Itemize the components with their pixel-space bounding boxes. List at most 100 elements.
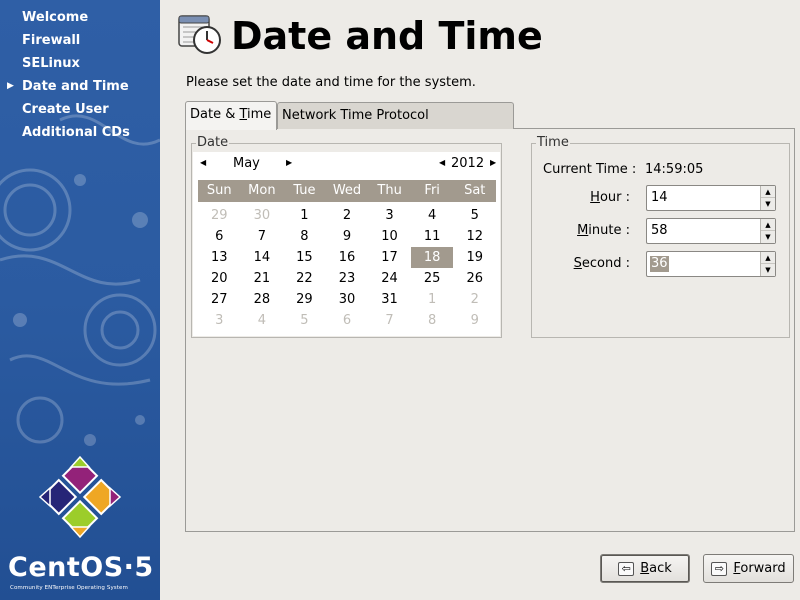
prev-year-icon[interactable]: ◀: [439, 158, 445, 167]
calendar-day[interactable]: 9: [326, 226, 369, 247]
calendar-day[interactable]: 4: [411, 205, 454, 226]
weekday-label: Wed: [332, 183, 362, 198]
calendar-day[interactable]: 14: [241, 247, 284, 268]
calendar-day[interactable]: 7: [241, 226, 284, 247]
tab-label: Network Time Protocol: [282, 108, 429, 123]
minute-spinner[interactable]: 58 ▲ ▼: [646, 218, 776, 244]
forward-label-text: orward: [740, 561, 786, 576]
calendar-day[interactable]: 31: [368, 289, 411, 310]
calendar-day[interactable]: 30: [241, 205, 284, 226]
sidebar-step-label: SELinux: [22, 56, 80, 71]
calendar-day[interactable]: 19: [453, 247, 496, 268]
second-up-icon[interactable]: ▲: [761, 252, 775, 264]
calendar-day[interactable]: 8: [411, 310, 454, 331]
second-label-text: econd :: [581, 256, 630, 271]
tab-network-time-protocol[interactable]: Network Time Protocol: [277, 102, 514, 129]
calendar-day[interactable]: 29: [283, 289, 326, 310]
tab-date-time[interactable]: Date & Time: [185, 101, 277, 130]
calendar-month: May: [233, 156, 260, 171]
calendar-day[interactable]: 13: [198, 247, 241, 268]
calendar-day-selected[interactable]: 18: [410, 247, 454, 268]
second-down-icon[interactable]: ▼: [761, 264, 775, 276]
sidebar-step-label: Create User: [22, 102, 109, 117]
calendar-day[interactable]: 22: [283, 268, 326, 289]
forward-button-label: Forward: [733, 561, 785, 576]
calendar-day[interactable]: 29: [198, 205, 241, 226]
second-spinner[interactable]: 36 ▲ ▼: [646, 251, 776, 277]
hour-value[interactable]: 14: [651, 190, 668, 206]
calendar-day[interactable]: 20: [198, 268, 241, 289]
calendar-day[interactable]: 2: [453, 289, 496, 310]
sidebar-step-label: Additional CDs: [22, 125, 130, 140]
sidebar-step-label: Welcome: [22, 10, 89, 25]
weekday-label: Fri: [424, 183, 440, 198]
calendar-day[interactable]: 6: [198, 226, 241, 247]
weekday-label: Sun: [206, 183, 232, 198]
calendar-day[interactable]: 26: [453, 268, 496, 289]
weekday-label: Thu: [377, 183, 402, 198]
minute-down-icon[interactable]: ▼: [761, 231, 775, 243]
hour-spin-buttons: ▲ ▼: [760, 186, 775, 210]
calendar-day[interactable]: 5: [283, 310, 326, 331]
hour-label-text: our :: [599, 190, 630, 205]
weekday-label: Tue: [293, 183, 316, 198]
calendar-day[interactable]: 30: [326, 289, 369, 310]
sidebar: Welcome Firewall SELinux ▶ Date and Time Crea…: [0, 0, 160, 600]
logo-wordmark: CentOS·5: [8, 552, 154, 583]
hour-label: Hour :: [590, 190, 630, 205]
calendar-day[interactable]: 7: [368, 310, 411, 331]
calendar-day[interactable]: 15: [283, 247, 326, 268]
calendar-day[interactable]: 16: [326, 247, 369, 268]
sidebar-step: ▶ Date and Time: [0, 75, 160, 98]
calendar-day[interactable]: 2: [326, 205, 369, 226]
logo-tagline: Community ENTerprise Operating System: [10, 585, 128, 591]
prev-month-icon[interactable]: ◀: [200, 158, 206, 167]
second-mnemonic: S: [573, 256, 582, 271]
calendar-day[interactable]: 3: [198, 310, 241, 331]
hour-mnemonic: H: [590, 190, 600, 205]
calendar-day[interactable]: 1: [411, 289, 454, 310]
next-year-icon[interactable]: ▶: [490, 158, 496, 167]
calendar-day[interactable]: 17: [368, 247, 411, 268]
second-value[interactable]: 36: [650, 256, 669, 272]
tab-label: Date &: [190, 107, 240, 122]
minute-spin-buttons: ▲ ▼: [760, 219, 775, 243]
calendar-clock-icon: [178, 15, 221, 54]
calendar-day[interactable]: 9: [453, 310, 496, 331]
calendar-day[interactable]: 24: [368, 268, 411, 289]
forward-button[interactable]: ⇨ Forward: [703, 554, 794, 583]
minute-label-text: inute :: [588, 223, 630, 238]
sidebar-step: Firewall: [0, 29, 160, 52]
calendar-day[interactable]: 25: [411, 268, 454, 289]
calendar-day[interactable]: 3: [368, 205, 411, 226]
calendar-day[interactable]: 12: [453, 226, 496, 247]
calendar-day[interactable]: 21: [241, 268, 284, 289]
minute-value[interactable]: 58: [651, 223, 668, 239]
calendar-day[interactable]: 28: [241, 289, 284, 310]
calendar: ◀ May ▶ ◀ 2012 ▶ Sun Mon Tue Wed Thu Fri Sat 2…: [193, 152, 500, 336]
calendar-day[interactable]: 8: [283, 226, 326, 247]
hour-spinner[interactable]: 14 ▲ ▼: [646, 185, 776, 211]
tab-mnemonic: T: [239, 107, 248, 122]
page-title: Date and Time: [231, 14, 543, 58]
calendar-day[interactable]: 4: [241, 310, 284, 331]
hour-down-icon[interactable]: ▼: [761, 198, 775, 210]
sidebar-step: SELinux: [0, 52, 160, 75]
minute-up-icon[interactable]: ▲: [761, 219, 775, 231]
weekday-label: Sat: [464, 183, 486, 198]
next-month-icon[interactable]: ▶: [286, 158, 292, 167]
calendar-day[interactable]: 6: [326, 310, 369, 331]
calendar-weekday-header: Sun Mon Tue Wed Thu Fri Sat: [198, 180, 496, 202]
forward-arrow-icon: ⇨: [711, 561, 728, 576]
calendar-day[interactable]: 23: [326, 268, 369, 289]
calendar-day[interactable]: 11: [411, 226, 454, 247]
hour-up-icon[interactable]: ▲: [761, 186, 775, 198]
calendar-day-grid: 29 30 1 2 3 4 5 6 7 8 9 10 11 12 13 14 15 16 17 18 19 20 21 22 2…: [198, 205, 496, 331]
calendar-day[interactable]: 27: [198, 289, 241, 310]
calendar-day[interactable]: 1: [283, 205, 326, 226]
calendar-day[interactable]: 5: [453, 205, 496, 226]
tab-label: ime: [247, 107, 272, 122]
calendar-day[interactable]: 10: [368, 226, 411, 247]
calendar-year: 2012: [451, 156, 485, 171]
back-button[interactable]: ⇦ Back: [600, 554, 690, 583]
